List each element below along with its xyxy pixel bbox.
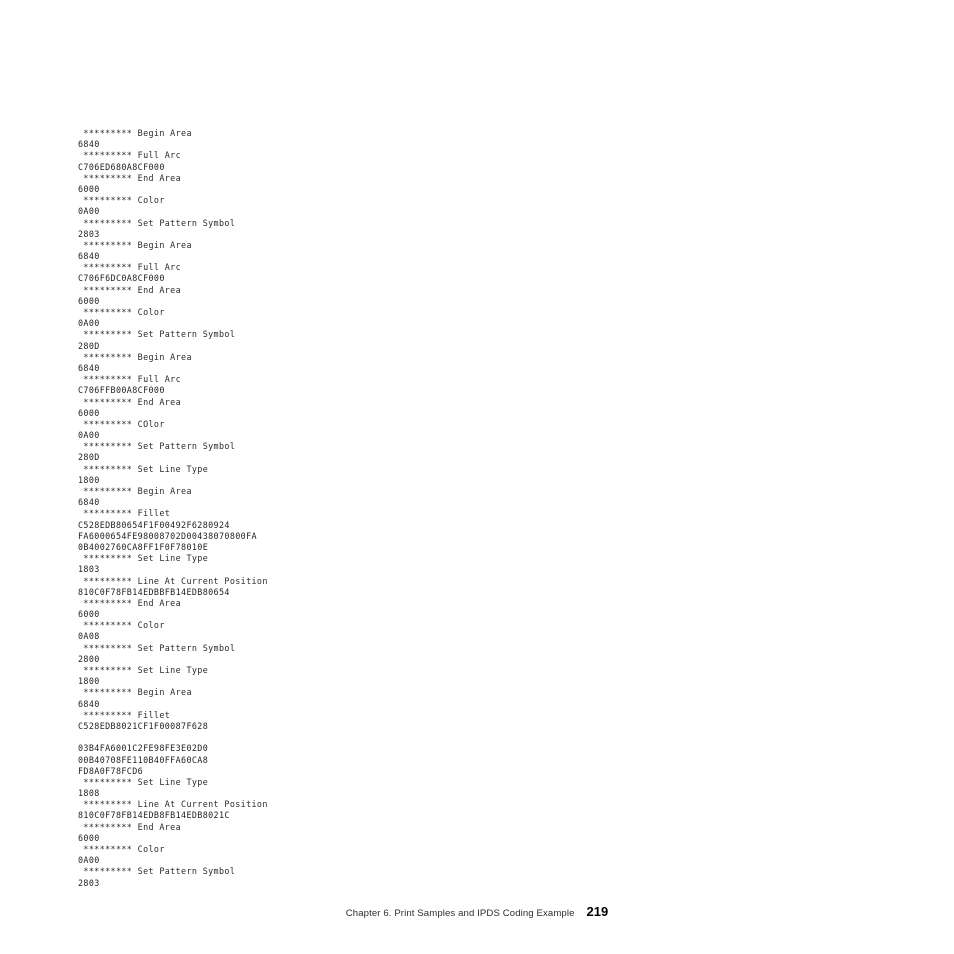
- trace-hex-line: 2800: [78, 653, 100, 664]
- trace-hex-line: 280D: [78, 340, 100, 351]
- trace-hex-line: 0A00: [78, 855, 100, 866]
- footer-inner: Chapter 6. Print Samples and IPDS Coding…: [346, 901, 608, 920]
- trace-blank-line: [78, 732, 838, 743]
- trace-hex-line: C706ED680A8CF000: [78, 161, 165, 172]
- trace-command-line: ********* Set Line Type: [78, 665, 209, 675]
- trace-command-line: ********* Set Pattern Symbol: [78, 866, 236, 877]
- trace-hex-line: C706FFB00A8CF000: [78, 385, 165, 396]
- trace-hex-line: 1800: [78, 474, 100, 485]
- footer-page-number: 219: [586, 904, 609, 919]
- trace-hex-line: FA6000654FE98008702D00438070800FA: [78, 530, 257, 541]
- trace-hex-line: 6000: [78, 295, 100, 306]
- trace-hex-line: 6000: [78, 407, 100, 418]
- trace-hex-line: 6000: [78, 609, 100, 620]
- trace-hex-line: 810C0F78FB14EDBBFB14EDB80654: [78, 586, 230, 597]
- trace-command-line: ********* Color: [78, 307, 165, 317]
- trace-command-line: ********* Color: [78, 195, 165, 206]
- trace-command-line: ********* Full Arc: [78, 150, 182, 161]
- trace-command-line: ********* End Area: [78, 597, 182, 608]
- document-page: ********* Begin Area 6840 ********* Full …: [0, 0, 954, 954]
- trace-command-line: ********* Set Pattern Symbol: [78, 217, 236, 228]
- trace-command-line: ********* COlor: [78, 418, 165, 429]
- trace-hex-line: 6840: [78, 251, 100, 262]
- trace-command-line: ********* Set Line Type: [78, 553, 209, 564]
- trace-command-line: ********* Color: [78, 620, 165, 631]
- trace-command-line: ********* Set Line Type: [78, 776, 209, 787]
- trace-command-line: ********* Set Line Type: [78, 463, 209, 474]
- trace-command-line: ********* Line At Current Position: [78, 575, 268, 586]
- trace-command-line: ********* Line At Current Position: [78, 799, 268, 810]
- footer-chapter-title: Chapter 6. Print Samples and IPDS Coding…: [345, 908, 575, 919]
- trace-hex-line: 0A00: [78, 430, 100, 441]
- trace-hex-line: 0A00: [78, 206, 100, 217]
- trace-command-line: ********* Set Pattern Symbol: [78, 329, 236, 340]
- trace-hex-line: C706F6DC0A8CF000: [78, 273, 165, 284]
- trace-hex-line: 0A08: [78, 631, 100, 642]
- trace-hex-line: 810C0F78FB14EDB8FB14EDB8021C: [78, 810, 230, 821]
- trace-hex-line: 6840: [78, 698, 100, 709]
- trace-hex-line: 2803: [78, 877, 100, 888]
- trace-hex-line: C528EDB80654F1F00492F6280924: [78, 519, 230, 530]
- trace-hex-line: 6840: [78, 497, 100, 508]
- trace-hex-line: 03B4FA6001C2FE98FE3E02D0: [78, 743, 209, 754]
- trace-command-line: ********* Color: [78, 844, 165, 854]
- trace-hex-line: 6840: [78, 362, 100, 373]
- trace-command-line: ********* Fillet: [78, 508, 171, 519]
- trace-hex-line: 6000: [78, 183, 100, 194]
- trace-command-line: ********* Begin Area: [78, 351, 192, 362]
- trace-command-line: ********* End Area: [78, 396, 182, 407]
- trace-command-line: ********* Fillet: [78, 709, 171, 720]
- trace-command-line: ********* Full Arc: [78, 374, 182, 385]
- trace-command-line: ********* End Area: [78, 284, 182, 295]
- trace-hex-line: 2803: [78, 228, 100, 239]
- trace-command-line: ********* Begin Area: [78, 687, 192, 698]
- trace-hex-line: 6840: [78, 139, 100, 150]
- trace-hex-line: C528EDB8021CF1F00087F628: [78, 720, 209, 731]
- page-footer: Chapter 6. Print Samples and IPDS Coding…: [0, 901, 954, 920]
- trace-hex-line: 280D: [78, 452, 100, 463]
- trace-hex-line: FD8A0F78FCD6: [78, 765, 144, 776]
- trace-hex-line: 1800: [78, 676, 100, 687]
- trace-hex-line: 00B40708FE110B40FFA60CA8: [78, 754, 209, 765]
- trace-command-line: ********* End Area: [78, 821, 182, 832]
- trace-command-line: ********* Begin Area: [78, 239, 192, 250]
- trace-hex-line: 1803: [78, 564, 100, 575]
- trace-command-line: ********* Begin Area: [78, 486, 192, 496]
- ipds-trace-listing: ********* Begin Area 6840 ********* Full …: [78, 128, 838, 889]
- trace-command-line: ********* Full Arc: [78, 262, 182, 273]
- trace-command-line: ********* Set Pattern Symbol: [78, 441, 236, 452]
- trace-command-line: ********* Begin Area: [78, 128, 192, 138]
- trace-hex-line: 0A00: [78, 318, 100, 329]
- trace-hex-line: 1808: [78, 788, 100, 799]
- trace-hex-line: 6000: [78, 832, 100, 843]
- trace-command-line: ********* End Area: [78, 172, 182, 183]
- trace-command-line: ********* Set Pattern Symbol: [78, 642, 236, 653]
- trace-hex-line: 0B4002760CA8FF1F0F78010E: [78, 541, 209, 552]
